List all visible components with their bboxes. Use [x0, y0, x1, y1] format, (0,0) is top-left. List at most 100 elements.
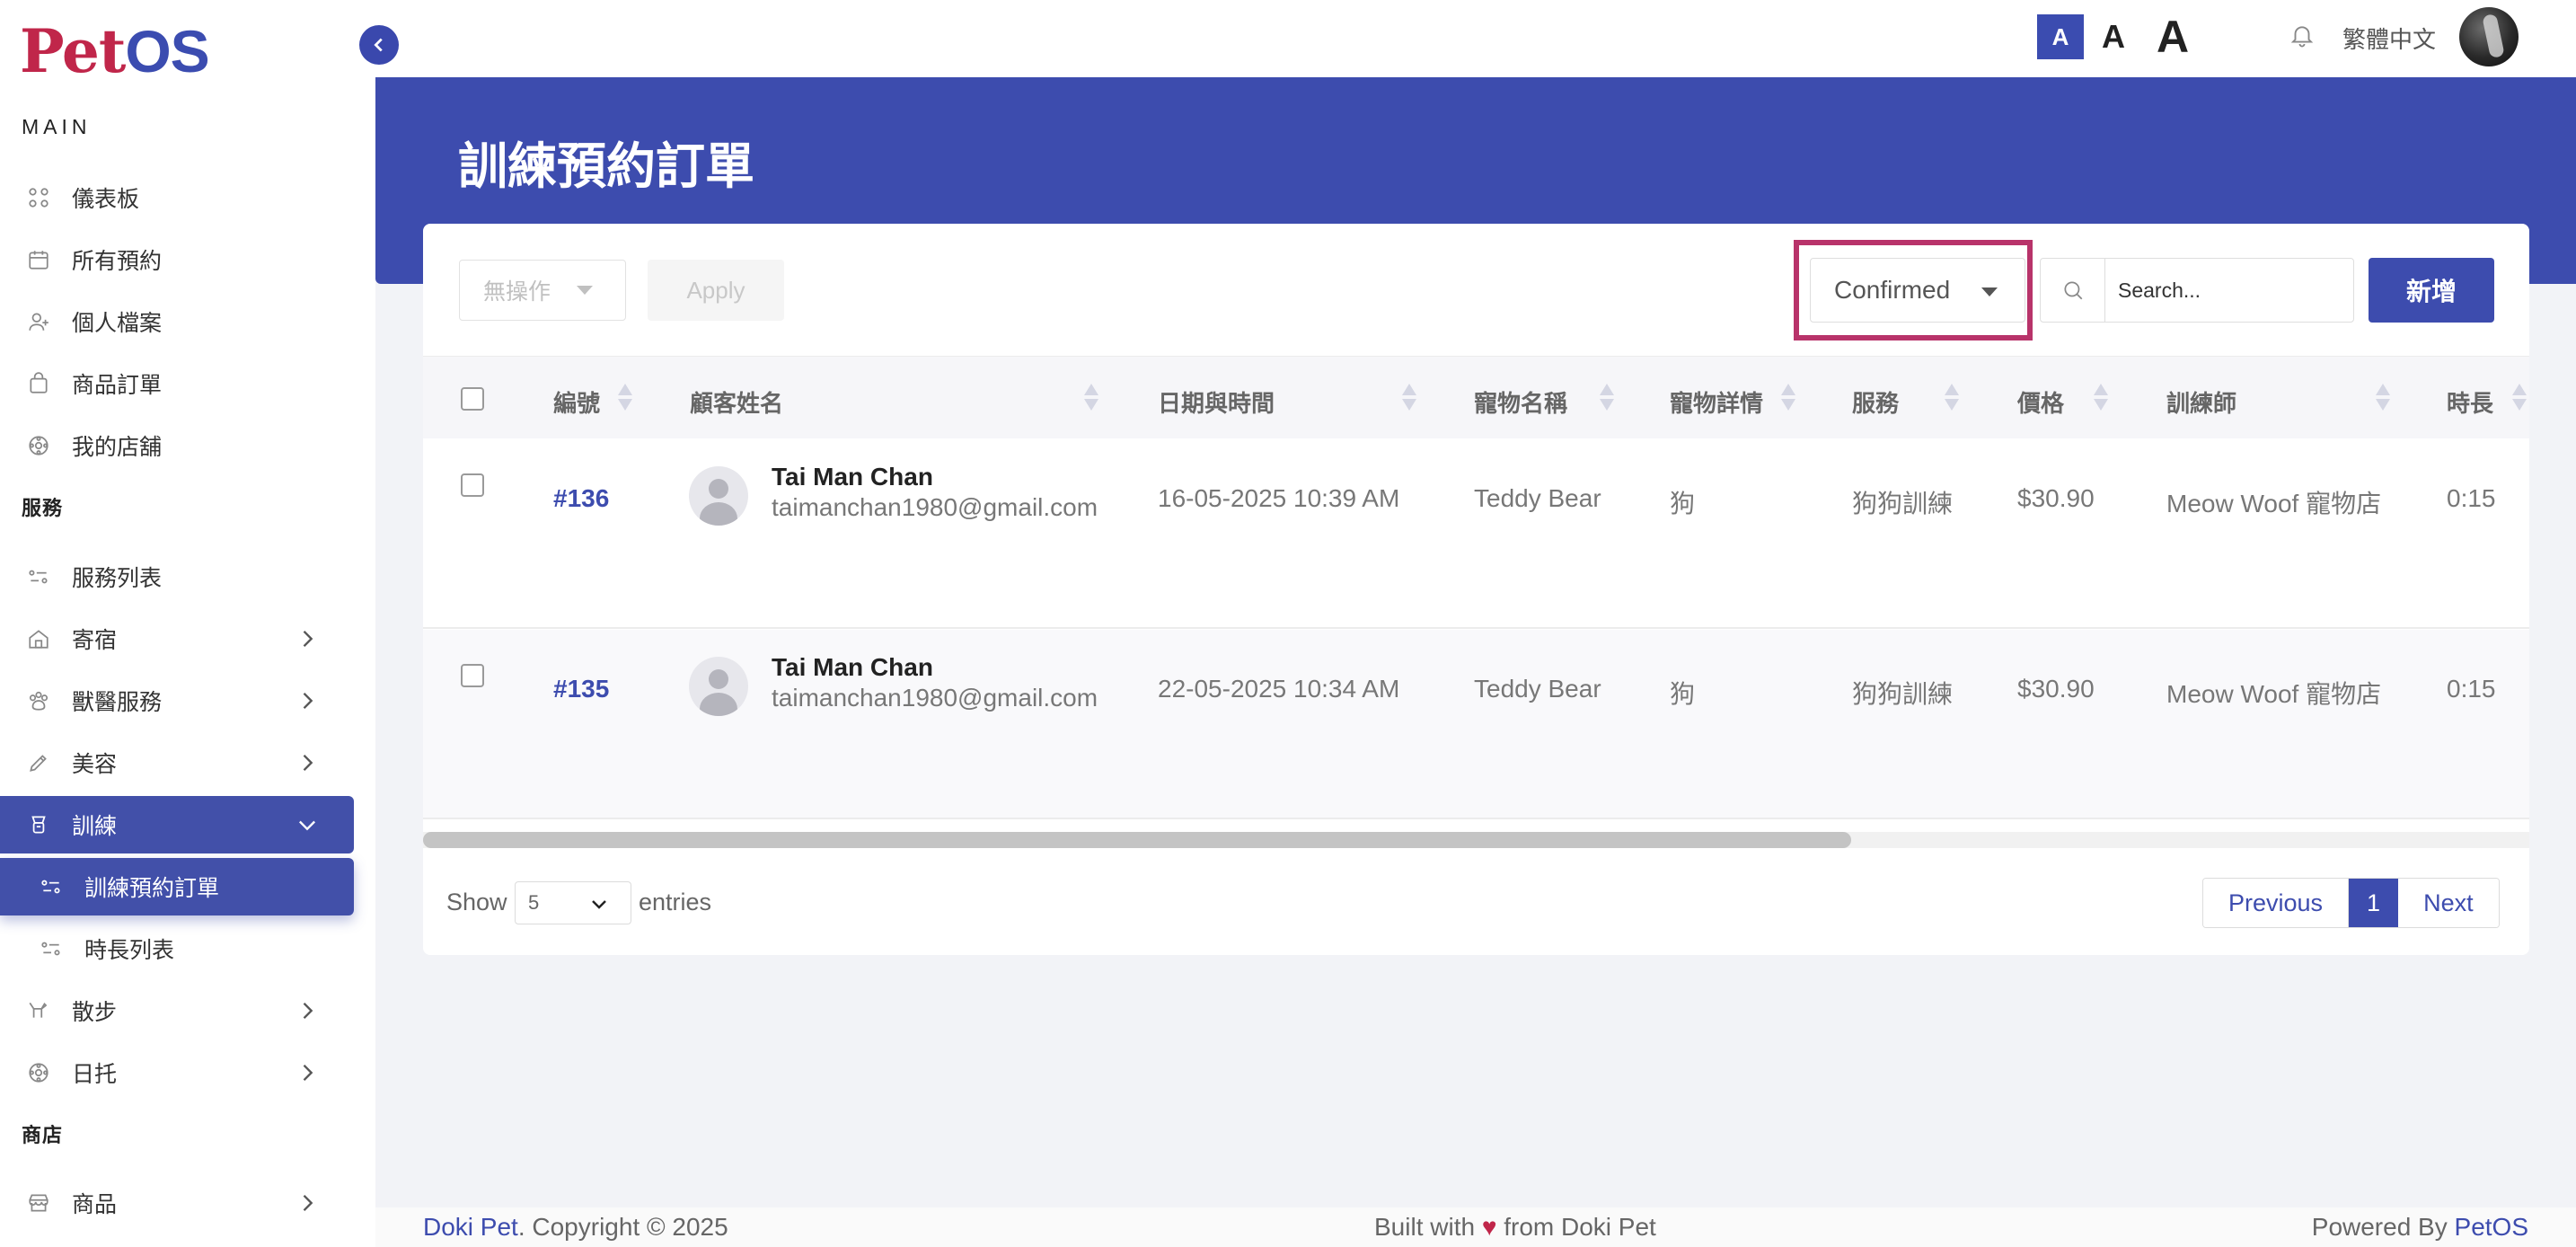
- column-header-pet-name[interactable]: 寵物名稱: [1474, 385, 1567, 419]
- pet-detail: 狗: [1670, 680, 1696, 708]
- select-all-checkbox[interactable]: [461, 387, 484, 411]
- sidebar-item-label: 商品: [72, 1192, 118, 1217]
- font-size-large-button[interactable]: A: [2147, 9, 2199, 65]
- sort-icon[interactable]: [2094, 384, 2108, 412]
- sidebar-item-service-list[interactable]: 服務列表: [0, 548, 354, 606]
- powered-by-link[interactable]: PetOS: [2455, 1213, 2528, 1241]
- page-length-select[interactable]: 5: [515, 881, 631, 924]
- bell-icon[interactable]: [2289, 20, 2316, 50]
- table-header: 編號 顧客姓名 日期與時間 寵物名稱 寵物詳情 服務 價格 訓練師 時長: [423, 356, 2529, 438]
- sort-icon[interactable]: [1402, 384, 1416, 412]
- orders-card: 無操作 Apply Confirmed 新增 編號 顧客姓名 日期與時間 寵物名…: [423, 224, 2529, 955]
- petos-logo[interactable]: PetOS: [20, 16, 210, 86]
- column-header-datetime[interactable]: 日期與時間: [1158, 385, 1275, 419]
- user-icon: [25, 308, 52, 335]
- footer-brand-link[interactable]: Doki Pet: [423, 1213, 518, 1241]
- pet-name: Teddy Bear: [1474, 484, 1601, 512]
- sort-icon[interactable]: [2376, 384, 2390, 412]
- customer-email: taimanchan1980@gmail.com: [772, 684, 1098, 712]
- column-header-price[interactable]: 價格: [2017, 385, 2064, 419]
- font-size-small-button[interactable]: A: [2037, 14, 2084, 59]
- column-header-service[interactable]: 服務: [1852, 385, 1899, 419]
- pet-name: Teddy Bear: [1474, 675, 1601, 703]
- logo-os: OS: [125, 18, 209, 84]
- sort-icon[interactable]: [1781, 384, 1795, 412]
- sidebar-item-all-bookings[interactable]: 所有預約: [0, 231, 354, 288]
- price: $30.90: [2017, 675, 2095, 703]
- sidebar-item-label: 所有預約: [72, 249, 163, 274]
- column-header-pet-detail[interactable]: 寵物詳情: [1670, 385, 1763, 419]
- table-row[interactable]: #136 Tai Man Chan taimanchan1980@gmail.c…: [423, 439, 2529, 629]
- column-header-duration[interactable]: 時長: [2447, 385, 2493, 419]
- footer-built-with: Built with ♥ from Doki Pet: [1374, 1213, 1656, 1242]
- page-1-button[interactable]: 1: [2349, 879, 2399, 927]
- sidebar-item-label: 時長列表: [84, 938, 175, 963]
- order-id-link[interactable]: #136: [553, 484, 609, 513]
- sidebar-item-my-store[interactable]: 我的店舖: [0, 417, 354, 474]
- sidebar-item-label: 商品訂單: [72, 373, 163, 398]
- status-filter-value: Confirmed: [1834, 276, 1951, 304]
- bag-icon: [25, 370, 52, 397]
- apply-button[interactable]: Apply: [648, 260, 784, 321]
- status-filter-select[interactable]: Confirmed: [1810, 258, 2025, 323]
- chevron-right-icon: [303, 1195, 313, 1211]
- row-divider: [423, 818, 2529, 819]
- scrollbar-thumb[interactable]: [423, 832, 1851, 848]
- list-icon: [38, 873, 65, 900]
- search-icon: [2041, 259, 2105, 322]
- sidebar-item-daycare[interactable]: 日托: [0, 1044, 354, 1101]
- footer-copyright: Doki Pet. Copyright © 2025: [423, 1213, 728, 1242]
- previous-page-button[interactable]: Previous: [2203, 879, 2350, 927]
- sidebar-item-product-orders[interactable]: 商品訂單: [0, 355, 354, 412]
- sidebar-item-dashboard[interactable]: 儀表板: [0, 169, 354, 226]
- add-button[interactable]: 新增: [2369, 258, 2494, 323]
- sidebar-item-products[interactable]: 商品: [0, 1174, 354, 1232]
- training-icon: [25, 811, 52, 838]
- page-title: 訓練預約訂單: [458, 138, 755, 194]
- user-avatar[interactable]: [2459, 7, 2519, 66]
- sidebar-item-profile[interactable]: 個人檔案: [0, 293, 354, 350]
- chevron-down-icon: [299, 820, 315, 831]
- column-header-id[interactable]: 編號: [553, 385, 600, 419]
- search-input[interactable]: [2105, 278, 2348, 303]
- order-id-link[interactable]: #135: [553, 675, 609, 703]
- column-header-customer[interactable]: 顧客姓名: [690, 385, 783, 419]
- sort-icon[interactable]: [2512, 384, 2527, 412]
- next-page-button[interactable]: Next: [2398, 879, 2499, 927]
- logo-p: P: [20, 16, 63, 86]
- table-row[interactable]: #135 Tai Man Chan taimanchan1980@gmail.c…: [423, 630, 2529, 819]
- row-checkbox[interactable]: [461, 664, 484, 687]
- page-length-value: 5: [528, 891, 540, 914]
- duration: 0:15: [2447, 484, 2496, 512]
- sidebar-item-training-orders[interactable]: 訓練預約訂單: [0, 858, 354, 915]
- sidebar-item-duration-list[interactable]: 時長列表: [0, 920, 354, 977]
- font-size-medium-button[interactable]: A: [2093, 14, 2134, 59]
- language-switcher[interactable]: 繁體中文: [2342, 22, 2436, 55]
- sidebar-item-label: 獸醫服務: [72, 690, 163, 715]
- section-label-shop: 商店: [22, 1124, 64, 1146]
- sort-icon[interactable]: [1600, 384, 1614, 412]
- paw-icon: [25, 432, 52, 459]
- sort-icon[interactable]: [1945, 384, 1959, 412]
- booking-datetime: 22-05-2025 10:34 AM: [1158, 675, 1400, 703]
- sidebar-item-boarding[interactable]: 寄宿: [0, 610, 354, 668]
- sidebar-collapse-button[interactable]: [359, 25, 399, 65]
- sort-icon[interactable]: [618, 384, 632, 412]
- price: $30.90: [2017, 484, 2095, 512]
- service-name: 狗狗訓練: [1852, 490, 1954, 517]
- sidebar-item-label: 儀表板: [72, 187, 140, 212]
- sidebar-item-walking[interactable]: 散步: [0, 982, 354, 1039]
- chevron-right-icon: [303, 755, 313, 771]
- row-checkbox[interactable]: [461, 473, 484, 497]
- bulk-action-select[interactable]: 無操作: [459, 260, 626, 321]
- caret-down-icon: [577, 286, 593, 295]
- sidebar-item-training[interactable]: 訓練: [0, 796, 354, 853]
- sidebar-item-grooming[interactable]: 美容: [0, 734, 354, 792]
- horizontal-scrollbar[interactable]: [423, 832, 2529, 848]
- sort-icon[interactable]: [1084, 384, 1098, 412]
- caret-down-icon: [1981, 287, 1998, 296]
- footer: Doki Pet. Copyright © 2025 Built with ♥ …: [375, 1207, 2576, 1247]
- column-header-trainer[interactable]: 訓練師: [2166, 385, 2236, 419]
- customer-avatar: [689, 657, 748, 716]
- sidebar-item-vet[interactable]: 獸醫服務: [0, 672, 354, 730]
